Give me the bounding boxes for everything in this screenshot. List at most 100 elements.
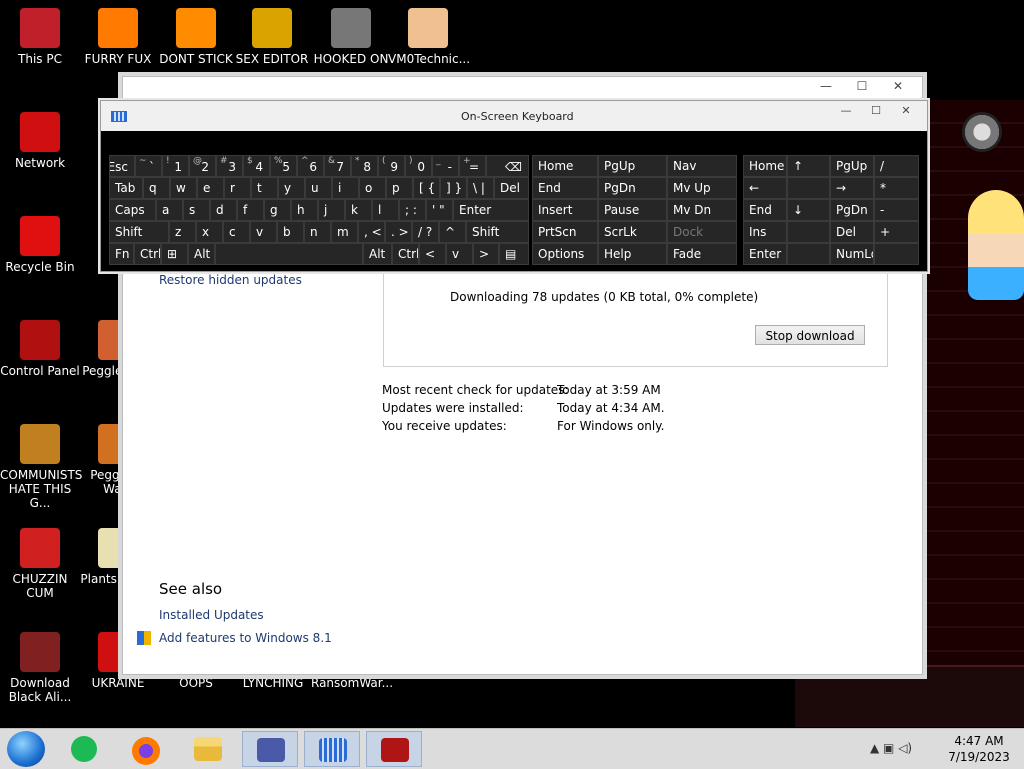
osk-key[interactable]: * [874,177,919,199]
osk-key[interactable]: t [251,177,278,199]
osk-key[interactable]: Ins [743,221,787,243]
osk-key[interactable]: a [156,199,183,221]
osk-key[interactable]: End [743,199,787,221]
osk-key[interactable]: Shift [466,221,529,243]
osk-key[interactable]: Home [532,155,598,177]
osk-key[interactable]: % 5 [270,155,297,177]
osk-key[interactable]: PrtScn [532,221,598,243]
osk-key[interactable]: s [183,199,210,221]
osk-key[interactable]: Ctrl [392,243,419,265]
osk-key[interactable]: v [250,221,277,243]
osk-key[interactable]: Options [532,243,598,265]
osk-close-button[interactable]: ✕ [891,103,921,119]
osk-key[interactable]: j [318,199,345,221]
desktop-icon[interactable]: CHUZZIN CUM [0,528,80,600]
osk-key[interactable]: v [446,243,473,265]
installed-updates-link[interactable]: Installed Updates [159,608,264,622]
desktop-icon[interactable]: VM0Technic... [388,8,470,66]
osk-key[interactable]: Dock [667,221,737,243]
osk-key[interactable]: m [331,221,358,243]
osk-key[interactable]: ⊞ [161,243,188,265]
osk-key[interactable]: > [473,243,499,265]
osk-key[interactable]: Ctrl [134,243,161,265]
system-tray[interactable]: ▲ ▣ ◁) [870,741,912,755]
osk-key[interactable]: Fade [667,243,737,265]
osk-key[interactable]: Nav [667,155,737,177]
osk-key[interactable]: x [196,221,223,243]
osk-key[interactable]: e [197,177,224,199]
desktop-icon[interactable]: SEX EDITOR [232,8,312,66]
osk-key[interactable]: b [277,221,304,243]
osk-key[interactable]: Alt [188,243,215,265]
osk-key[interactable]: ScrLk [598,221,667,243]
osk-key[interactable]: u [305,177,332,199]
osk-key[interactable]: < [419,243,446,265]
osk-key[interactable]: (9 [378,155,405,177]
osk-key[interactable]: n [304,221,331,243]
osk-key[interactable]: r [224,177,251,199]
osk-key[interactable]: Esc [109,155,135,177]
osk-key[interactable]: → [830,177,874,199]
osk-key[interactable]: PgUp [830,155,874,177]
desktop-icon[interactable]: Download Black Ali... [0,632,80,704]
stop-download-button[interactable]: Stop download [755,325,865,345]
osk-key[interactable] [787,221,830,243]
osk-key[interactable]: Enter [453,199,529,221]
osk-minimize-button[interactable]: — [831,103,861,119]
add-features-link[interactable]: Add features to Windows 8.1 [159,631,332,645]
osk-key[interactable] [787,243,830,265]
osk-key[interactable]: q [143,177,170,199]
desktop-icon[interactable]: HOOKED ON [311,8,391,66]
osk-key[interactable]: / [874,155,919,177]
osk-key[interactable]: PgDn [830,199,874,221]
osk-key[interactable]: @2 [189,155,216,177]
minimize-button[interactable]: — [808,77,844,95]
osk-key[interactable] [787,177,830,199]
taskbar-control-panel[interactable] [242,731,298,767]
taskbar-notes-app[interactable] [56,731,112,767]
close-button[interactable]: ✕ [880,77,916,95]
osk-key[interactable]: \ | [467,177,494,199]
osk-key[interactable]: Caps [109,199,156,221]
osk-key[interactable]: Del [494,177,529,199]
osk-key[interactable]: - [874,199,919,221]
osk-key[interactable]: ] } [440,177,467,199]
osk-key[interactable]: Del [830,221,874,243]
osk-key[interactable]: Alt [363,243,392,265]
osk-key[interactable]: PgDn [598,177,667,199]
osk-key[interactable]: _ - [432,155,459,177]
osk-key[interactable]: $4 [243,155,270,177]
desktop-icon[interactable]: Control Panel [0,320,80,378]
osk-key[interactable]: ~ ` [135,155,162,177]
osk-key[interactable]: Insert [532,199,598,221]
osk-key[interactable]: [ { [413,177,440,199]
osk-key[interactable]: #3 [216,155,243,177]
osk-key[interactable]: p [386,177,413,199]
taskbar-firefox[interactable] [118,731,174,767]
osk-key[interactable]: , < [358,221,385,243]
osk-key[interactable]: Enter [743,243,787,265]
desktop-icon[interactable]: Network [0,112,80,170]
taskbar-osk[interactable] [304,731,360,767]
osk-key[interactable]: o [359,177,386,199]
osk-key[interactable]: ' " [426,199,453,221]
osk-key[interactable]: ^ 6 [297,155,324,177]
osk-key[interactable]: ) 0 [405,155,432,177]
osk-key[interactable]: h [291,199,318,221]
osk-key[interactable]: Help [598,243,667,265]
restore-hidden-updates-link[interactable]: Restore hidden updates [159,273,302,287]
osk-key[interactable]: i [332,177,359,199]
osk-key[interactable] [215,243,363,265]
osk-key[interactable]: & 7 [324,155,351,177]
osk-key[interactable]: k [345,199,372,221]
osk-key[interactable]: c [223,221,250,243]
osk-key[interactable]: w [170,177,197,199]
desktop-icon[interactable]: FURRY FUX [78,8,158,66]
osk-key[interactable]: d [210,199,237,221]
osk-maximize-button[interactable]: ☐ [861,103,891,119]
osk-key[interactable]: + = [459,155,486,177]
osk-key[interactable]: Shift [109,221,169,243]
osk-key[interactable]: Tab [109,177,143,199]
osk-key[interactable] [874,243,919,265]
osk-key[interactable]: End [532,177,598,199]
